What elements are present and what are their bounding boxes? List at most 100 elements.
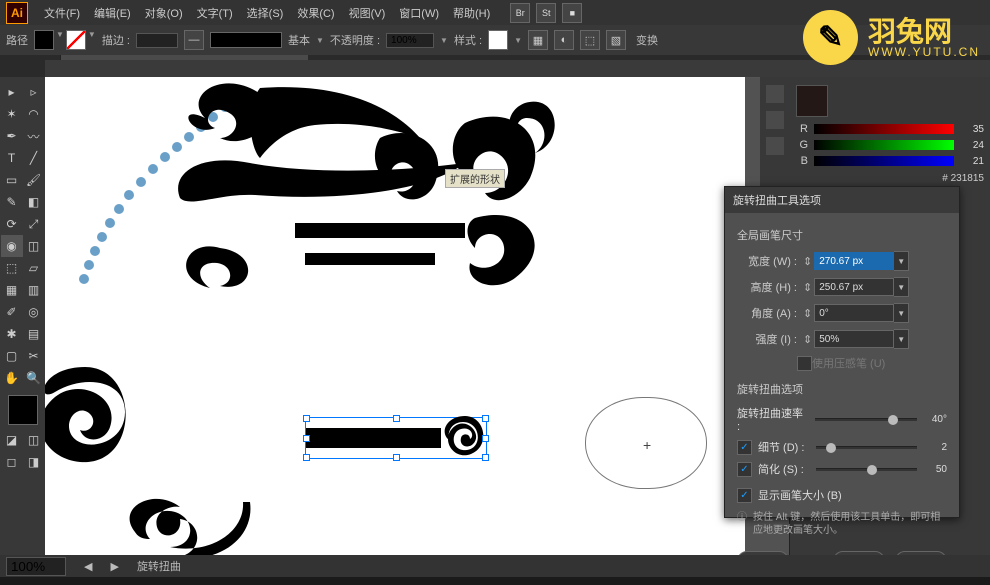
direct-selection-tool-icon[interactable]: ▹: [23, 81, 45, 103]
bridge-shortcut-icon[interactable]: Br: [510, 3, 530, 23]
gradient-tool-icon[interactable]: ▥: [23, 279, 45, 301]
selection-tool-icon[interactable]: ▸: [1, 81, 23, 103]
color-mode-icon[interactable]: ◪: [1, 429, 23, 451]
hand-tool-icon[interactable]: ✋: [1, 367, 23, 389]
panel-shortcut-icon[interactable]: [766, 85, 784, 103]
graphic-style-icon[interactable]: [488, 30, 508, 50]
simplify-checkbox[interactable]: [737, 462, 752, 477]
canvas[interactable]: 扩展的形状 +: [45, 77, 745, 555]
free-transform-tool-icon[interactable]: ◫: [23, 235, 45, 257]
panel-shortcut-icon[interactable]: [766, 137, 784, 155]
stock-shortcut-icon[interactable]: St: [536, 3, 556, 23]
width-input[interactable]: [814, 252, 894, 270]
draw-mode-icon[interactable]: ◻: [1, 451, 23, 473]
hex-value[interactable]: 231815: [951, 173, 984, 184]
menu-select[interactable]: 选择(S): [241, 2, 290, 24]
rectangle-tool-icon[interactable]: ▭: [1, 169, 23, 191]
b-slider[interactable]: [814, 156, 954, 166]
resize-handle[interactable]: [393, 415, 400, 422]
height-input[interactable]: [814, 278, 894, 296]
zoom-level-input[interactable]: [6, 557, 66, 576]
shape-builder-icon[interactable]: ⬚: [580, 30, 600, 50]
eraser-tool-icon[interactable]: ◧: [23, 191, 45, 213]
zoom-tool-icon[interactable]: 🔍: [23, 367, 45, 389]
show-brush-checkbox[interactable]: [737, 488, 752, 503]
selected-object[interactable]: [305, 417, 487, 459]
fill-swatch-icon[interactable]: [34, 30, 54, 50]
chevron-down-icon[interactable]: ▼: [894, 329, 909, 349]
chevron-down-icon[interactable]: ▼: [894, 277, 909, 297]
pencil-tool-icon[interactable]: ✎: [1, 191, 23, 213]
resize-handle[interactable]: [303, 435, 310, 442]
detail-checkbox[interactable]: [737, 440, 752, 455]
transform-button[interactable]: 变换: [636, 32, 658, 48]
color-preview-swatch[interactable]: [796, 85, 828, 117]
b-value[interactable]: 21: [960, 156, 984, 167]
nav-prev-icon[interactable]: ◀: [84, 560, 92, 573]
angle-stepper-icon[interactable]: ⇕: [803, 307, 812, 320]
pen-tool-icon[interactable]: ✒: [1, 125, 23, 147]
angle-input[interactable]: [814, 304, 894, 322]
recolor-icon[interactable]: ◐: [554, 30, 574, 50]
shape-builder-tool-icon[interactable]: ⬚: [1, 257, 23, 279]
resize-handle[interactable]: [482, 435, 489, 442]
gradient-mode-icon[interactable]: ◫: [23, 429, 45, 451]
line-tool-icon[interactable]: ╱: [23, 147, 45, 169]
nav-next-icon[interactable]: ▶: [110, 560, 118, 573]
perspective-tool-icon[interactable]: ▱: [23, 257, 45, 279]
chevron-down-icon[interactable]: ▼: [894, 303, 909, 323]
brush-preset-icon[interactable]: [210, 32, 282, 48]
screen-mode-icon[interactable]: ◨: [23, 451, 45, 473]
resize-handle[interactable]: [482, 454, 489, 461]
menu-effect[interactable]: 效果(C): [291, 2, 340, 24]
option-fill-stroke[interactable]: ▼ ▼: [34, 30, 96, 50]
menu-window[interactable]: 窗口(W): [393, 2, 445, 24]
resize-handle[interactable]: [482, 415, 489, 422]
blend-tool-icon[interactable]: ◎: [23, 301, 45, 323]
magic-wand-tool-icon[interactable]: ✶: [1, 103, 23, 125]
isolate-icon[interactable]: ▧: [606, 30, 626, 50]
simplify-slider[interactable]: [816, 468, 917, 471]
menu-file[interactable]: 文件(F): [38, 2, 86, 24]
stroke-variable-width-icon[interactable]: —: [184, 30, 204, 50]
intensity-stepper-icon[interactable]: ⇕: [803, 333, 812, 346]
symbol-sprayer-tool-icon[interactable]: ✱: [1, 323, 23, 345]
r-slider[interactable]: [814, 124, 954, 134]
eyedropper-tool-icon[interactable]: ✐: [1, 301, 23, 323]
curvature-tool-icon[interactable]: 〰: [23, 125, 45, 147]
artboard-tool-icon[interactable]: ▢: [1, 345, 23, 367]
resize-handle[interactable]: [303, 454, 310, 461]
fill-color-swatch[interactable]: [8, 395, 38, 425]
intensity-input[interactable]: [814, 330, 894, 348]
lasso-tool-icon[interactable]: ◠: [23, 103, 45, 125]
width-stepper-icon[interactable]: ⇕: [803, 255, 812, 268]
menu-view[interactable]: 视图(V): [343, 2, 392, 24]
rotate-tool-icon[interactable]: ⟳: [1, 213, 23, 235]
menu-object[interactable]: 对象(O): [139, 2, 189, 24]
menu-help[interactable]: 帮助(H): [447, 2, 496, 24]
paintbrush-tool-icon[interactable]: 🖌: [23, 169, 45, 191]
stroke-weight-input[interactable]: [136, 33, 178, 48]
width-warp-tool-icon[interactable]: ◉: [1, 235, 23, 257]
height-stepper-icon[interactable]: ⇕: [803, 281, 812, 294]
type-tool-icon[interactable]: T: [1, 147, 23, 169]
r-value[interactable]: 35: [960, 124, 984, 135]
slice-tool-icon[interactable]: ✂: [23, 345, 45, 367]
twirl-rate-slider[interactable]: [815, 418, 917, 421]
g-value[interactable]: 24: [960, 140, 984, 151]
stroke-swatch-icon[interactable]: [66, 30, 86, 50]
detail-slider[interactable]: [816, 446, 917, 449]
g-slider[interactable]: [814, 140, 954, 150]
menu-edit[interactable]: 编辑(E): [88, 2, 137, 24]
chevron-down-icon[interactable]: ▼: [894, 251, 909, 271]
panel-shortcut-icon[interactable]: [766, 111, 784, 129]
resize-handle[interactable]: [393, 454, 400, 461]
menu-type[interactable]: 文字(T): [191, 2, 239, 24]
dialog-title[interactable]: 旋转扭曲工具选项: [725, 187, 959, 213]
scale-tool-icon[interactable]: ⤢: [23, 213, 45, 235]
column-graph-tool-icon[interactable]: ▤: [23, 323, 45, 345]
mesh-tool-icon[interactable]: ▦: [1, 279, 23, 301]
align-icon[interactable]: ▦: [528, 30, 548, 50]
arrange-icon[interactable]: ■: [562, 3, 582, 23]
opacity-input[interactable]: [386, 33, 434, 48]
